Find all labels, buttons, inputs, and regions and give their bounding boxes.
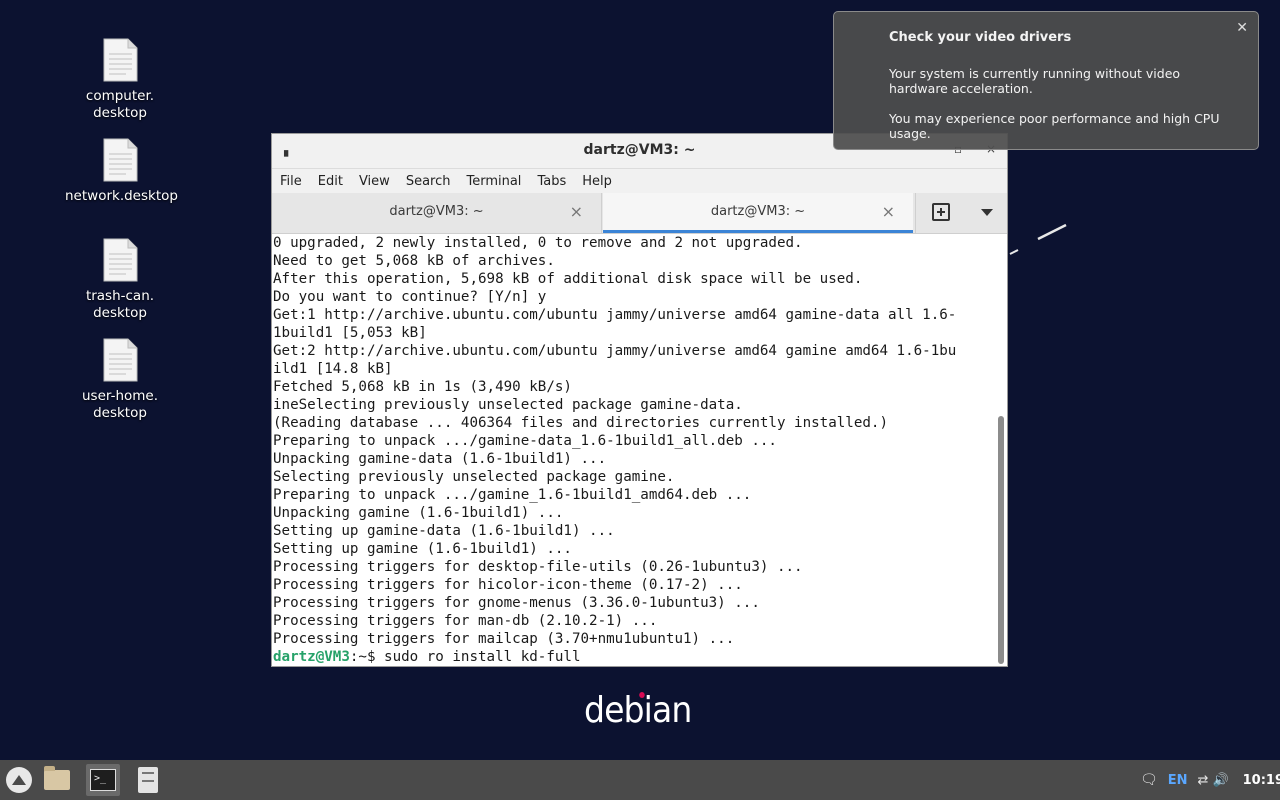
menu-view[interactable]: View [359,174,390,189]
menu-search[interactable]: Search [406,174,451,189]
terminal-scrollbar[interactable] [998,236,1005,664]
notification-body: Your system is currently running without… [889,66,1239,156]
terminal-line: (Reading database ... 406364 files and d… [273,415,888,431]
debian-logo-dot [639,692,645,698]
file-manager-button[interactable] [40,764,74,796]
terminal-text: 0 upgraded, 2 newly installed, 0 to remo… [272,234,997,666]
tab-close-icon[interactable]: × [882,202,895,221]
file-cabinet-icon [138,767,158,793]
terminal-line: ineSelecting previously unselected packa… [273,397,743,413]
terminal-line: Unpacking gamine (1.6-1build1) ... [273,505,564,521]
tab-label: dartz@VM3: ~ [710,204,806,219]
terminal-line: Processing triggers for man-db (2.10.2-1… [273,613,658,629]
tab-divider [915,193,916,233]
terminal-line: Unpacking gamine-data (1.6-1build1) ... [273,451,607,467]
terminal-line: Setting up gamine (1.6-1build1) ... [273,541,572,557]
file-icon [103,138,138,182]
terminal-output[interactable]: 0 upgraded, 2 newly installed, 0 to remo… [272,234,997,666]
tab-close-icon[interactable]: × [570,202,583,221]
file-icon [103,38,138,82]
prompt-user: dartz@VM3 [273,649,350,665]
terminal-line: Processing triggers for mailcap (3.70+nm… [273,631,735,647]
terminal-line: Setting up gamine-data (1.6-1build1) ... [273,523,615,539]
taskbar: >_ 🗨 EN ⇄ 🔊 10:19 [0,760,1280,800]
terminal-prompt-line[interactable]: dartz@VM3:~$ sudo ro install kd-full [273,648,997,666]
desktop-icon-user-home[interactable]: user-home. desktop [65,338,175,422]
terminal-line: Do you want to continue? [Y/n] y [273,289,547,305]
wallpaper-swoosh [1009,223,1067,255]
network-icon[interactable]: ⇄ [1198,773,1209,788]
desktop-icon-label: network.desktop [65,188,178,204]
terminal-line: 0 upgraded, 2 newly installed, 0 to remo… [273,235,803,251]
desktop-icon-label: trash-can. desktop [85,288,155,321]
notification-line: Your system is currently running without… [889,66,1181,96]
menu-terminal[interactable]: Terminal [466,174,521,189]
desktop-icon-label: user-home. desktop [81,388,159,421]
menu-bar: File Edit View Search Terminal Tabs Help [272,169,1007,193]
debian-logo: debian [584,690,692,731]
file-icon [103,338,138,382]
close-icon[interactable]: ✕ [1236,20,1248,36]
tab-terminal-2[interactable]: dartz@VM3: ~ × [603,193,913,233]
folder-icon [44,766,70,790]
notification-title: Check your video drivers [889,30,1072,45]
tab-label: dartz@VM3: ~ [389,204,484,219]
terminal-line: Processing triggers for desktop-file-uti… [273,559,803,575]
terminal-line: ild1 [14.8 kB] [273,361,393,377]
terminal-line: Fetched 5,068 kB in 1s (3,490 kB/s) [273,379,572,395]
terminal-line: 1build1 [5,053 kB] [273,325,427,341]
notification-line: You may experience poor performance and … [889,111,1220,141]
volume-icon[interactable]: 🔊 [1212,773,1228,788]
terminal-line: Processing triggers for gnome-menus (3.3… [273,595,760,611]
terminal-icon: >_ [90,769,116,791]
debian-logo-text: debian [584,690,692,731]
system-tray: 🗨 EN ⇄ 🔊 10:19 [1140,760,1280,800]
launcher-icon [6,767,32,793]
desktop-icon-label: computer. desktop [85,88,155,121]
terminal-task-button[interactable]: >_ [86,764,120,796]
prompt-path: :~$ [349,649,385,665]
file-icon [103,238,138,282]
prompt-command: sudo ro install kd-full [384,649,581,665]
file-cabinet-button[interactable] [131,764,165,796]
menu-tabs[interactable]: Tabs [537,174,566,189]
keyboard-layout[interactable]: EN [1168,773,1188,788]
terminal-line: Selecting previously unselected package … [273,469,675,485]
menu-help[interactable]: Help [582,174,612,189]
new-tab-icon[interactable] [932,203,950,221]
menu-edit[interactable]: Edit [318,174,343,189]
clock[interactable]: 10:19 [1243,773,1280,788]
terminal-line: Get:1 http://archive.ubuntu.com/ubuntu j… [273,307,957,323]
tab-terminal-1[interactable]: dartz@VM3: ~ × [272,193,602,233]
tab-menu-chevron-down-icon[interactable] [981,209,993,216]
terminal-line: Preparing to unpack .../gamine_1.6-1buil… [273,487,752,503]
terminal-line: Get:2 http://archive.ubuntu.com/ubuntu j… [273,343,957,359]
menu-file[interactable]: File [280,174,302,189]
desktop-icon-computer[interactable]: computer. desktop [65,38,175,122]
terminal-line: Processing triggers for hicolor-icon-the… [273,577,743,593]
notification-popup[interactable]: Check your video drivers Your system is … [833,11,1259,150]
terminal-line: Preparing to unpack .../gamine-data_1.6-… [273,433,777,449]
tab-bar: dartz@VM3: ~ × dartz@VM3: ~ × [272,193,1007,234]
terminal-line: After this operation, 5,698 kB of additi… [273,271,863,287]
scrollbar-thumb[interactable] [998,416,1004,664]
desktop-icon-network[interactable]: network.desktop [65,138,178,205]
desktop-icon-trash-can[interactable]: trash-can. desktop [65,238,175,322]
chat-icon[interactable]: 🗨 [1140,772,1158,788]
app-launcher-button[interactable] [2,764,36,796]
terminal-line: Need to get 5,068 kB of archives. [273,253,555,269]
terminal-window[interactable]: ▖ dartz@VM3: ~ – ▫ × File Edit View Sear… [271,133,1008,667]
